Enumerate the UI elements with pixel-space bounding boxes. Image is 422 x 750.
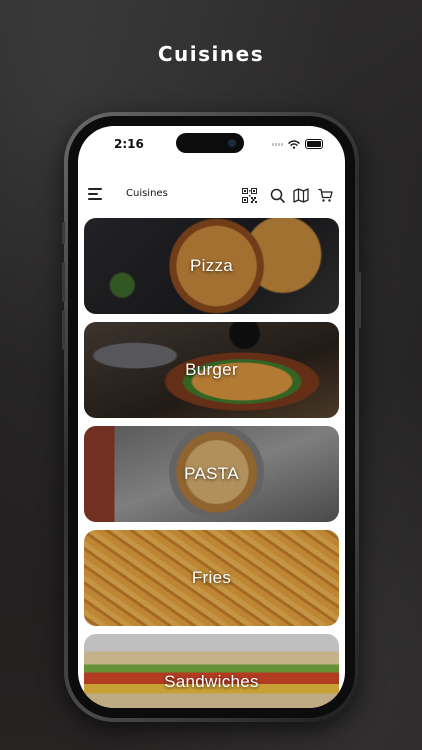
search-icon[interactable]	[268, 186, 286, 204]
camera-dot	[228, 139, 236, 147]
cuisine-card-sandwiches[interactable]: Sandwiches	[84, 634, 339, 708]
menu-icon[interactable]	[88, 187, 104, 201]
status-bar: 2:16	[78, 126, 345, 164]
cart-icon[interactable]	[316, 186, 334, 204]
dynamic-island	[176, 133, 244, 153]
cuisine-card-fries[interactable]: Fries	[84, 530, 339, 626]
cuisine-card-pasta[interactable]: PASTA	[84, 426, 339, 522]
map-icon[interactable]	[292, 186, 310, 204]
app-header: Cuisines	[78, 184, 345, 210]
phone-frame: 2:16 Cuisines Pizza Burger PASTA Fries S…	[62, 112, 361, 722]
volume-up-button	[62, 262, 65, 302]
cuisine-list: Pizza Burger PASTA Fries Sandwiches	[84, 218, 339, 708]
wifi-icon	[288, 139, 300, 149]
power-button	[358, 272, 361, 328]
mute-switch	[62, 222, 65, 244]
cuisine-label: PASTA	[184, 464, 239, 483]
cuisine-card-burger[interactable]: Burger	[84, 322, 339, 418]
cuisine-label: Fries	[191, 568, 232, 587]
status-time: 2:16	[114, 137, 144, 151]
header-title: Cuisines	[126, 188, 168, 199]
qr-code-icon[interactable]	[240, 186, 258, 204]
cuisine-label: Sandwiches	[164, 672, 259, 691]
cuisine-card-pizza[interactable]: Pizza	[84, 218, 339, 314]
promo-title: Cuisines	[157, 42, 265, 66]
volume-down-button	[62, 310, 65, 350]
cuisine-label: Pizza	[189, 256, 234, 275]
signal-icon	[272, 142, 283, 146]
cuisine-label: Burger	[185, 360, 238, 379]
phone-screen: 2:16 Cuisines Pizza Burger PASTA Fries S…	[78, 126, 345, 708]
battery-icon	[305, 139, 323, 149]
status-icons	[272, 139, 323, 149]
